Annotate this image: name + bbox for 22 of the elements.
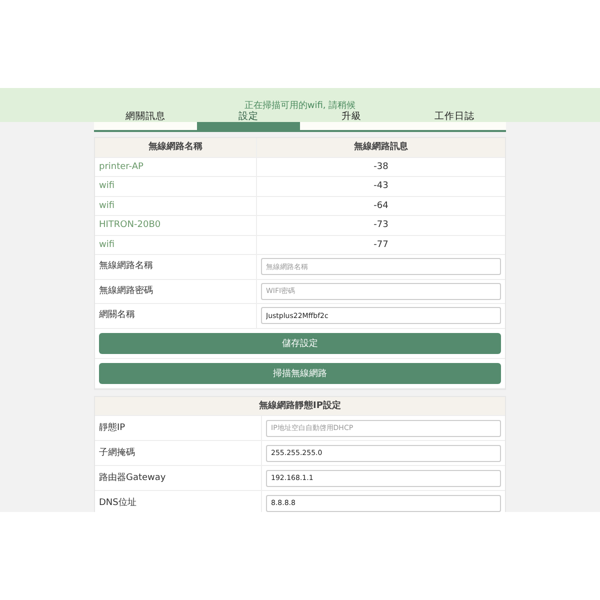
column-header: 無線網路訊息 xyxy=(353,140,409,154)
field-label: 網關名稱 xyxy=(95,304,257,328)
field-label: DNS位址 xyxy=(95,491,262,512)
action-button[interactable]: 掃描無線網路 xyxy=(99,362,501,384)
section-title: 無線網路靜態IP設定 xyxy=(258,399,342,412)
signal-cell-text: -38 xyxy=(372,160,390,174)
field-label: 靜態IP xyxy=(95,416,262,440)
signal-cell-text: -64 xyxy=(372,200,390,212)
field-label: 路由器Gateway xyxy=(95,466,262,490)
field-label: 無線網路名稱 xyxy=(95,255,257,278)
column-header: 無線網路名稱 xyxy=(95,138,257,156)
tab[interactable]: 網關訊息 xyxy=(94,110,197,130)
tab[interactable]: 工作日誌 xyxy=(403,110,506,130)
signal-cell-text: -43 xyxy=(372,180,390,193)
signal-cell-text: -73 xyxy=(372,219,390,232)
tab[interactable]: 升級 xyxy=(300,110,403,130)
field-label: 無線網路密碼 xyxy=(95,280,257,303)
action-button[interactable]: 儲存設定 xyxy=(99,332,501,354)
field-label: 子網掩碼 xyxy=(95,441,262,465)
tab[interactable]: 設定 xyxy=(197,110,300,130)
scan-message: 正在掃描可用的wifi, 請稍候 xyxy=(244,100,356,111)
signal-cell-text: -77 xyxy=(372,238,390,252)
